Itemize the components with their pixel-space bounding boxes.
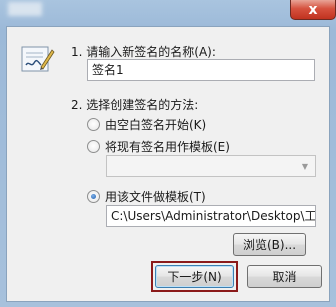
radio-blank-signature[interactable] xyxy=(87,118,100,131)
option-existing-signature-template[interactable]: 将现有签名用作模板(E) xyxy=(87,138,230,155)
option-blank-signature[interactable]: 由空白签名开始(K) xyxy=(87,116,206,133)
signature-name-input[interactable]: 签名1 xyxy=(87,59,315,81)
radio-file-template[interactable] xyxy=(87,190,100,203)
browse-button[interactable]: 浏览(B)... xyxy=(233,233,306,256)
signature-document-icon xyxy=(19,41,55,77)
option-blank-signature-label: 由空白签名开始(K) xyxy=(105,118,207,132)
template-file-path-input[interactable]: C:\Users\Administrator\Desktop\工作 xyxy=(106,205,316,227)
step1-label: 1. 请输入新签名的名称(A): xyxy=(71,45,216,59)
option-file-template-label: 用该文件做模板(T) xyxy=(105,190,206,204)
close-button[interactable]: x xyxy=(290,0,336,20)
dialog-body: 1. 请输入新签名的名称(A): 签名1 2. 选择创建签名的方法: 由空白签名… xyxy=(6,26,330,302)
next-button[interactable]: 下一步(N) xyxy=(155,265,234,288)
new-signature-dialog: x 1. 请输入新签名的名称(A): 签名1 2. 选择创建签名的方法: 由空白… xyxy=(0,0,336,307)
title-bar[interactable]: x xyxy=(0,0,336,26)
existing-signature-dropdown[interactable]: ▼ xyxy=(106,155,316,177)
chevron-down-icon[interactable]: ▼ xyxy=(296,157,314,175)
step2-label: 2. 选择创建签名的方法: xyxy=(71,98,199,112)
close-icon: x xyxy=(308,1,318,18)
radio-existing-signature-template[interactable] xyxy=(87,140,100,153)
option-existing-signature-template-label: 将现有签名用作模板(E) xyxy=(105,140,230,154)
blurred-title-icon xyxy=(8,2,42,16)
option-file-template[interactable]: 用该文件做模板(T) xyxy=(87,188,206,205)
cancel-button[interactable]: 取消 xyxy=(247,265,322,288)
